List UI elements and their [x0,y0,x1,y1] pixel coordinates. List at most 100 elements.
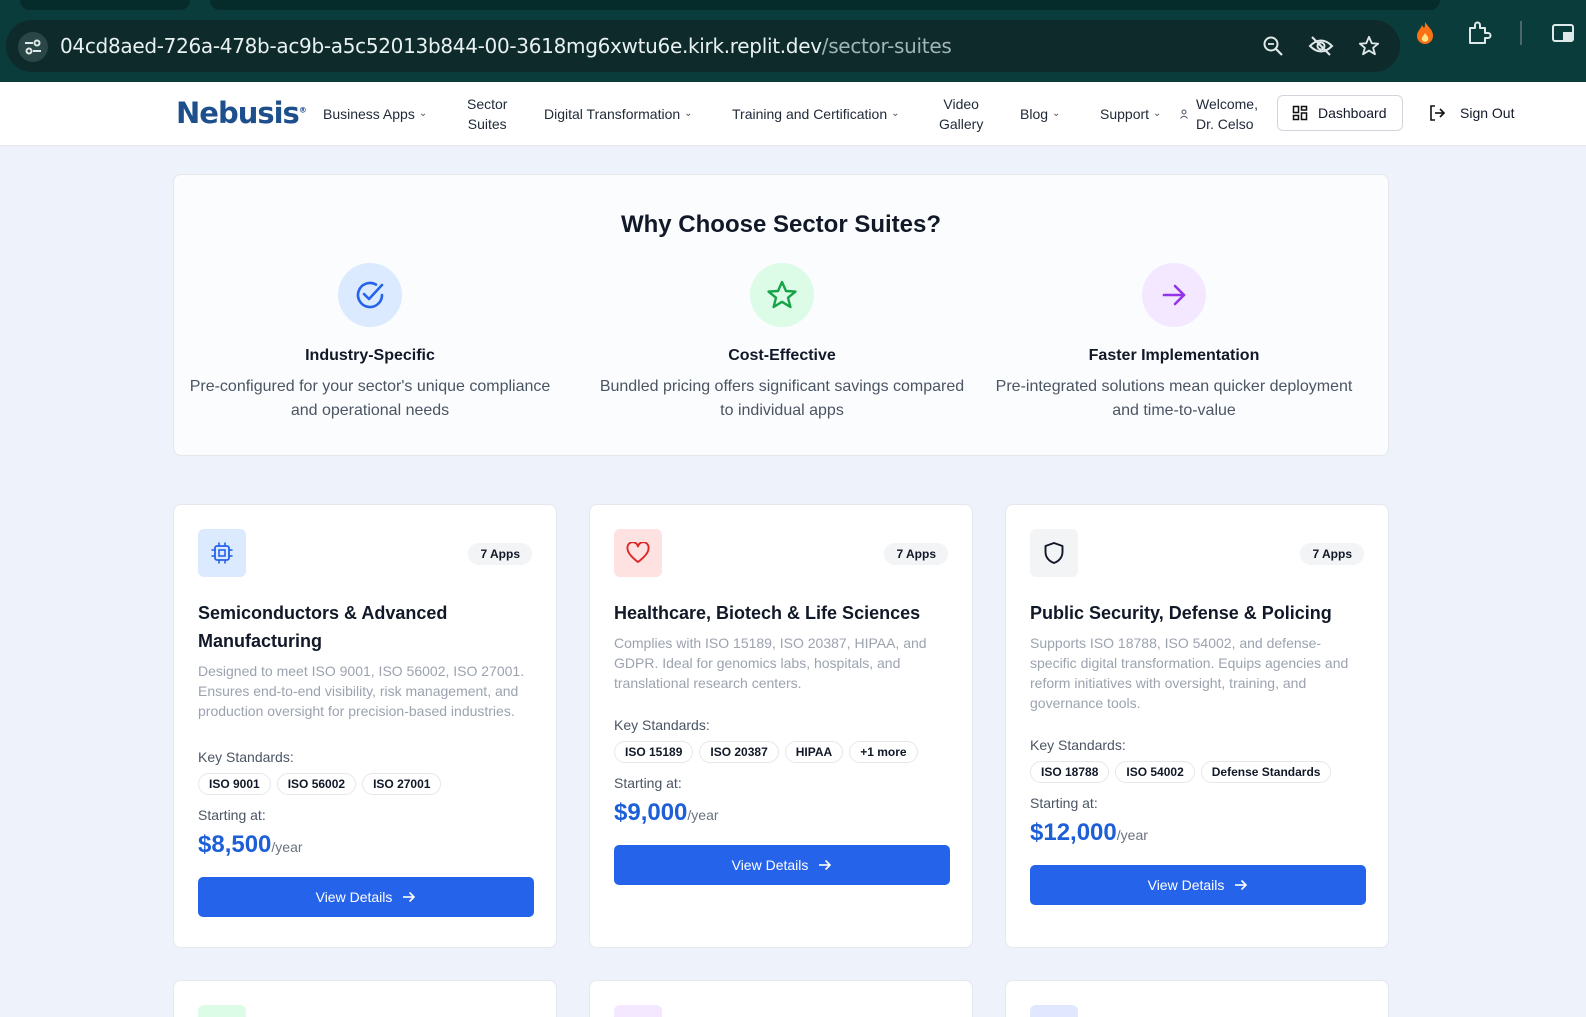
site-info-icon[interactable] [18,32,48,62]
user-welcome[interactable]: Welcome, Dr. Celso [1180,94,1258,134]
price-amount: $9,000 [614,799,688,826]
suite-description: Supports ISO 18788, ISO 54002, and defen… [1030,635,1349,711]
dashboard-button[interactable]: Dashboard [1277,95,1403,131]
apps-count-badge: 7 Apps [884,543,948,565]
nav-business-apps[interactable]: Business Apps ⌄ [323,104,427,124]
nav-training-certification[interactable]: Training and Certification ⌄ [732,104,900,124]
nav-digital-transformation[interactable]: Digital Transformation ⌄ [544,104,693,124]
button-label: View Details [731,857,809,873]
user-name: Dr. Celso [1196,116,1254,132]
nav-video-gallery[interactable]: Video Gallery [939,94,983,134]
standard-chip: ISO 56002 [276,773,357,795]
nav-label: Training and Certification [732,106,888,122]
feature-description: Pre-integrated solutions mean quicker de… [978,375,1370,423]
chevron-down-icon: ⌄ [1153,108,1162,119]
suite-card-next [173,980,557,1017]
apps-count-badge: 7 Apps [468,543,532,565]
feature-title: Cost-Effective [728,347,836,364]
standards-list: ISO 15189 ISO 20387 HIPAA +1 more [614,741,950,763]
starting-at-label: Starting at: [1030,795,1098,811]
heart-icon [614,529,662,577]
feature-cost-effective: Cost-Effective Bundled pricing offers si… [586,263,978,423]
nav-label: Video [943,96,979,112]
arrow-right-icon [819,859,832,871]
welcome-text: Welcome, [1196,96,1258,112]
feature-description-line: to individual apps [720,402,844,419]
feature-industry-specific: Industry-Specific Pre-configured for you… [174,263,566,423]
nav-label: Blog [1020,106,1049,122]
key-standards-label: Key Standards: [614,717,710,733]
price-period: /year [687,807,719,823]
nav-blog[interactable]: Blog ⌄ [1020,104,1060,124]
standard-chip: ISO 27001 [362,773,442,795]
nav-label: Digital Transformation [544,106,681,122]
address-bar[interactable]: 04cd8aed-726a-478b-ac9b-a5c52013b844-00-… [6,20,1400,72]
fire-icon[interactable] [1412,20,1438,46]
bookmark-star-icon[interactable] [1356,33,1382,59]
nebusis-logo[interactable]: Nebusis® [176,96,307,130]
chevron-down-icon: ⌄ [684,108,693,119]
suite-description: Complies with ISO 15189, ISO 20387, HIPA… [614,635,927,691]
nav-label: Support [1100,106,1150,122]
view-details-button[interactable]: View Details [614,845,950,885]
feature-faster-implementation: Faster Implementation Pre-integrated sol… [978,263,1370,423]
split-view-icon[interactable] [1550,20,1576,46]
zoom-icon[interactable] [1260,33,1286,59]
suite-card-next [1005,980,1389,1017]
more-standards-chip[interactable]: +1 more [849,741,918,763]
feature-description-line: Pre-configured for your sector's unique … [189,378,551,395]
chevron-down-icon: ⌄ [891,108,900,119]
user-icon [1180,109,1188,119]
standard-chip: ISO 18788 [1030,761,1110,783]
nav-support[interactable]: Support ⌄ [1100,104,1161,124]
sign-out-icon [1430,105,1446,121]
feature-title: Faster Implementation [1088,347,1260,364]
standard-chip: Defense Standards [1200,761,1332,783]
suite-card-healthcare: 7 Apps Healthcare, Biotech & Life Scienc… [589,504,973,948]
view-details-button[interactable]: View Details [1030,865,1366,905]
feature-description-line: and time-to-value [1112,402,1236,419]
price-period: /year [1116,827,1148,843]
key-standards-label: Key Standards: [198,749,294,765]
starting-at-label: Starting at: [198,807,266,823]
extensions-icon[interactable] [1466,20,1492,46]
suite-icon [614,1005,662,1017]
arrow-right-icon [403,891,416,903]
chevron-down-icon: ⌄ [1052,108,1061,119]
standard-chip: HIPAA [784,741,844,763]
suite-title: Healthcare, Biotech & Life Sciences [614,603,921,623]
browser-chrome: 04cd8aed-726a-478b-ac9b-a5c52013b844-00-… [0,0,1586,82]
suite-card-public-security: 7 Apps Public Security, Defense & Polici… [1005,504,1389,948]
arrow-right-icon [1142,263,1206,327]
url-text[interactable]: 04cd8aed-726a-478b-ac9b-a5c52013b844-00-… [60,34,952,58]
nav-sector-suites[interactable]: Sector Suites [467,94,507,134]
apps-count-badge: 7 Apps [1300,543,1364,565]
price-amount: $8,500 [198,831,272,858]
suite-description: Designed to meet ISO 9001, ISO 56002, IS… [198,663,525,719]
browser-tab[interactable] [210,0,1440,10]
nav-label: Business Apps [323,106,415,122]
why-choose-panel: Why Choose Sector Suites? Industry-Speci… [173,174,1389,456]
browser-tab[interactable] [20,0,190,10]
standards-list: ISO 18788 ISO 54002 Defense Standards [1030,761,1366,783]
feature-description: Pre-configured for your sector's unique … [174,375,566,423]
feature-description-line: and operational needs [290,402,450,419]
sign-out-label: Sign Out [1460,105,1515,121]
price-period: /year [271,839,303,855]
price: $12,000/year [1030,819,1366,847]
nav-label: Suites [467,116,507,132]
sign-out-button[interactable]: Sign Out [1428,104,1514,122]
eye-off-icon[interactable] [1308,33,1334,59]
feature-title: Industry-Specific [305,347,435,364]
standard-chip: ISO 15189 [614,741,694,763]
view-details-button[interactable]: View Details [198,877,534,917]
toolbar-divider [1520,21,1522,45]
standard-chip: ISO 9001 [198,773,271,795]
suite-title: Semiconductors & Advanced Manufacturing [198,603,448,651]
shield-icon [1030,529,1078,577]
star-icon [750,263,814,327]
standard-chip: ISO 20387 [699,741,779,763]
starting-at-label: Starting at: [614,775,682,791]
suite-icon [198,1005,246,1017]
section-title: Why Choose Sector Suites? [620,211,942,238]
